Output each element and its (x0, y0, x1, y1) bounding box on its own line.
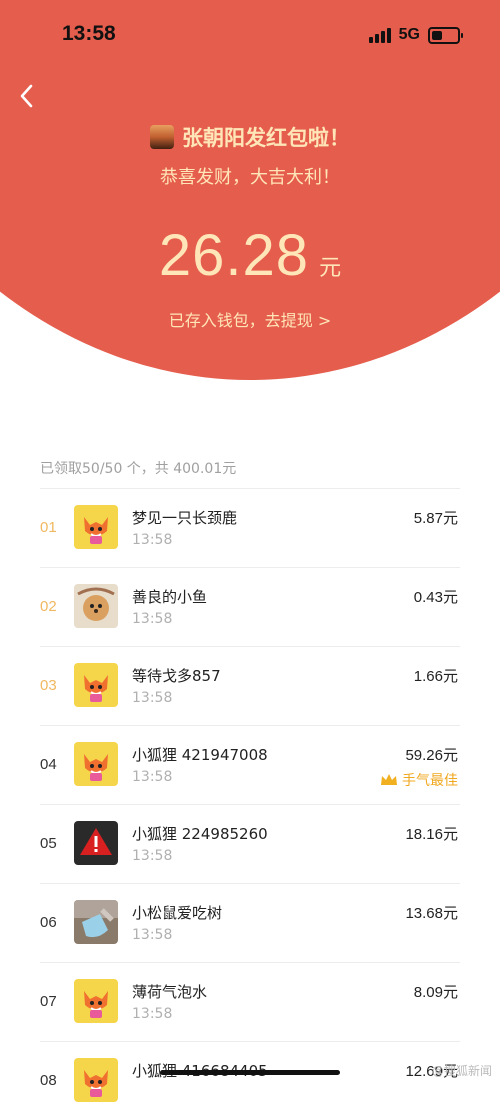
fox-avatar-icon[interactable] (74, 663, 118, 707)
claim-amount: 0.43元 (413, 589, 458, 606)
recipient-list: 01 梦见一只长颈鹿 13:58 5.87元 02 善良的小鱼 13:58 0.43元 03 等待… (40, 488, 460, 1120)
recipient-name: 小狐狸 421947008 (132, 746, 268, 764)
sender-title-row: 张朝阳发红包啦！ (0, 122, 500, 152)
received-amount: 26.28 (158, 223, 310, 288)
user-avatar[interactable] (74, 584, 118, 628)
claim-amount: 18.16元 (405, 826, 458, 843)
watermark: @搜狐新闻 (431, 1064, 492, 1078)
claim-time: 13:58 (132, 848, 173, 864)
rank-number: 04 (40, 756, 57, 773)
claim-amount: 5.87元 (413, 510, 458, 527)
crown-icon (381, 774, 397, 785)
fox-avatar-icon[interactable] (74, 1058, 118, 1102)
list-item[interactable]: 07 薄荷气泡水 13:58 8.09元 (40, 962, 460, 1041)
rank-number: 06 (40, 914, 57, 931)
best-luck-badge: 手气最佳 (380, 770, 458, 790)
sender-avatar (150, 125, 174, 149)
claim-time: 13:58 (132, 1006, 173, 1022)
claim-summary: 已领取50/50 个，共 400.01元 (40, 461, 237, 477)
packet-title: 张朝阳发红包啦！ (182, 126, 350, 150)
rank-number: 03 (40, 677, 57, 694)
rank-number: 07 (40, 993, 57, 1010)
status-icons: 5G (368, 26, 463, 44)
claim-amount: 59.26元 (405, 747, 458, 764)
claim-time: 13:58 (132, 532, 173, 548)
rank-number: 01 (40, 519, 57, 536)
claim-amount: 13.68元 (405, 905, 458, 922)
list-item[interactable]: 05 小狐狸 224985260 13:58 18.16元 (40, 804, 460, 883)
list-item[interactable]: 02 善良的小鱼 13:58 0.43元 (40, 567, 460, 646)
packet-greeting: 恭喜发财，大吉大利！ (160, 167, 340, 188)
home-indicator[interactable] (160, 1070, 340, 1075)
rank-number: 08 (40, 1072, 57, 1089)
list-item[interactable]: 08小狐狸 41668440512.69元 (40, 1041, 460, 1120)
claim-time: 13:58 (132, 690, 173, 706)
fox-avatar-icon[interactable] (74, 979, 118, 1023)
list-item[interactable]: 04 小狐狸 421947008 13:58 59.26元 手气最佳 (40, 725, 460, 804)
recipient-name: 小狐狸 224985260 (132, 825, 268, 843)
claim-time: 13:58 (132, 769, 173, 785)
status-time: 13:58 (62, 22, 116, 45)
recipient-name: 梦见一只长颈鹿 (132, 509, 238, 527)
rank-number: 02 (40, 598, 57, 615)
claim-amount: 8.09元 (413, 984, 458, 1001)
back-arrow-icon[interactable] (14, 82, 42, 110)
list-item[interactable]: 03 等待戈多857 13:58 1.66元 (40, 646, 460, 725)
user-avatar[interactable] (74, 821, 118, 865)
fox-avatar-icon[interactable] (74, 505, 118, 549)
list-item[interactable]: 01 梦见一只长颈鹿 13:58 5.87元 (40, 488, 460, 567)
recipient-name: 薄荷气泡水 (132, 983, 208, 1001)
network-label: 5G (398, 26, 420, 43)
list-item[interactable]: 06 小松鼠爱吃树 13:58 13.68元 (40, 883, 460, 962)
fox-avatar-icon[interactable] (74, 742, 118, 786)
battery-icon (428, 26, 463, 44)
user-avatar[interactable] (74, 900, 118, 944)
claim-amount: 1.66元 (413, 668, 458, 685)
signal-icon (368, 27, 391, 43)
amount-row: 26.28 元 (0, 222, 500, 289)
recipient-name: 善良的小鱼 (132, 588, 208, 606)
withdraw-link[interactable]: 已存入钱包，去提现 > (0, 307, 500, 331)
red-packet-header (0, 0, 500, 400)
recipient-name: 等待戈多857 (132, 667, 221, 685)
claim-time: 13:58 (132, 927, 173, 943)
claim-time: 13:58 (132, 611, 173, 627)
best-luck-label: 手气最佳 (402, 773, 458, 789)
recipient-name: 小松鼠爱吃树 (132, 904, 223, 922)
rank-number: 05 (40, 835, 57, 852)
amount-unit: 元 (319, 256, 342, 281)
